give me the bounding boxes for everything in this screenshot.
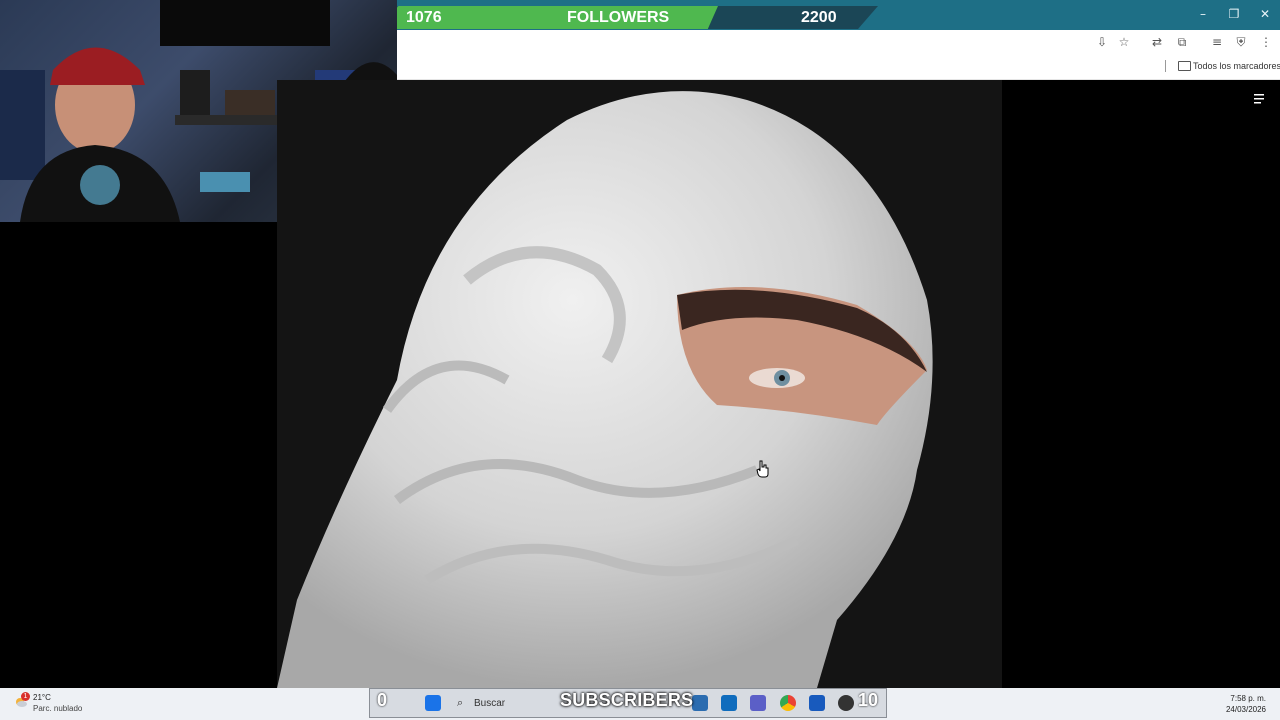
masked-figure-image xyxy=(277,80,1002,688)
restore-icon[interactable]: ❐ xyxy=(1226,6,1242,22)
word-icon[interactable] xyxy=(809,695,825,711)
bookmark-star-icon[interactable]: ☆ xyxy=(1116,34,1132,50)
taskbar-search[interactable]: Buscar xyxy=(474,698,505,709)
chrome-icon[interactable] xyxy=(780,695,796,711)
minimize-icon[interactable]: – xyxy=(1195,6,1211,22)
clock-time[interactable]: 7:58 p. m. xyxy=(1230,694,1266,703)
translate-icon[interactable]: ⇄ xyxy=(1149,34,1165,50)
subscribers-current: 0 xyxy=(377,690,388,710)
reading-list-icon[interactable]: ≡ xyxy=(1209,34,1225,50)
clock-date[interactable]: 24/03/2026 xyxy=(1226,705,1266,714)
hand-cursor-icon xyxy=(756,460,769,478)
followers-label: FOLLOWERS xyxy=(567,9,670,26)
extensions-icon[interactable]: ⧉ xyxy=(1174,34,1190,50)
windows-start-icon[interactable] xyxy=(425,695,441,711)
teams-icon[interactable] xyxy=(750,695,766,711)
weather-description: Parc. nublado xyxy=(33,704,83,713)
file-explorer-icon[interactable] xyxy=(692,695,708,711)
bookmarks-bar xyxy=(397,54,1280,80)
obs-icon[interactable] xyxy=(838,695,854,711)
search-icon[interactable]: ⌕ xyxy=(457,697,463,710)
followers-current: 1076 xyxy=(406,9,442,26)
outlook-icon[interactable] xyxy=(721,695,737,711)
followers-goal: 2200 xyxy=(801,9,837,26)
playlist-menu-icon[interactable] xyxy=(1254,93,1266,105)
close-icon[interactable]: ✕ xyxy=(1257,6,1273,22)
browser-toolbar xyxy=(397,30,1280,54)
shield-icon[interactable]: ⛨ xyxy=(1233,34,1249,50)
weather-badge: 1 xyxy=(21,692,30,701)
install-app-icon[interactable]: ⇩ xyxy=(1094,34,1110,50)
all-bookmarks-link[interactable]: Todos los marcadores xyxy=(1193,61,1280,71)
subscribers-goal: 10 xyxy=(858,690,879,710)
subscribers-label: SUBSCRIBERS xyxy=(560,690,694,710)
main-photo xyxy=(277,80,1002,688)
bookmarks-separator xyxy=(1165,60,1166,72)
more-menu-icon[interactable]: ⋮ xyxy=(1258,34,1274,50)
folder-icon xyxy=(1178,61,1191,71)
weather-temperature: 21°C xyxy=(33,693,51,702)
